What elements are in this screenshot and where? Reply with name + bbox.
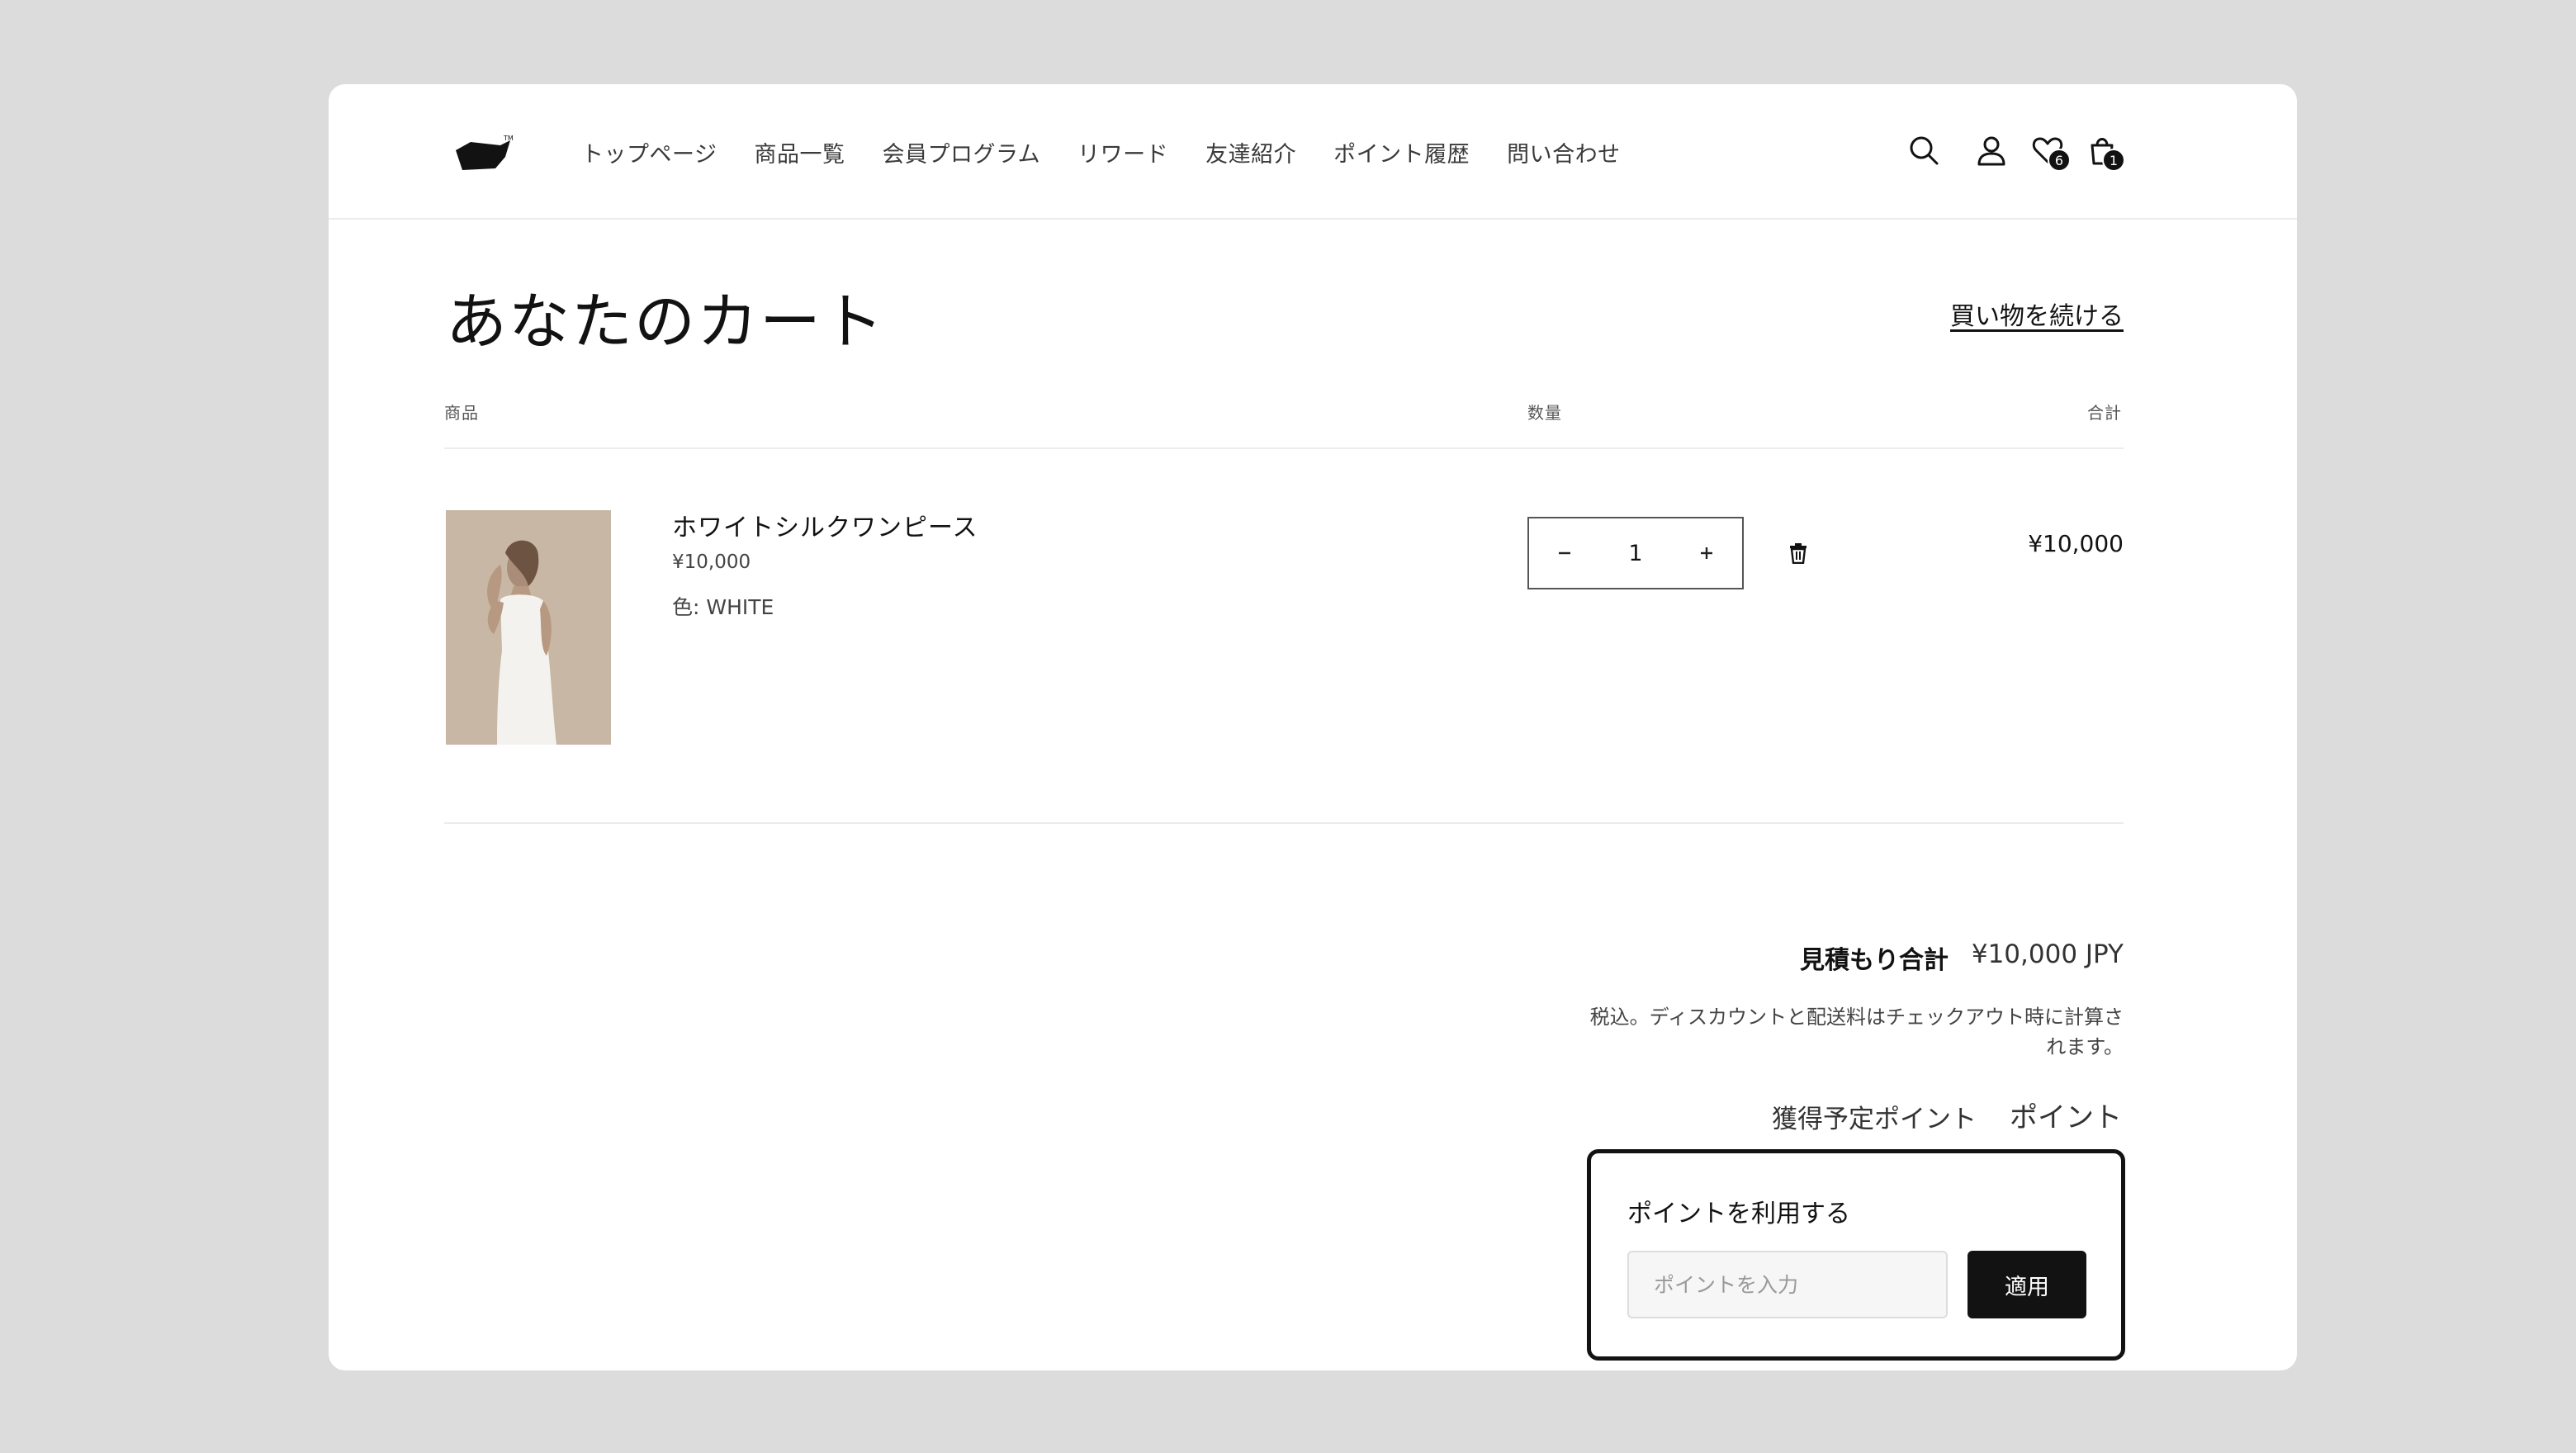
account-icon: [1977, 136, 2005, 166]
product-name[interactable]: ホワイトシルクワンピース: [672, 507, 978, 543]
plus-icon: [1701, 547, 1712, 559]
earn-points-value: ポイント: [2010, 1101, 2122, 1134]
wishlist-button[interactable]: 6: [2024, 127, 2071, 173]
remove-item-button[interactable]: [1782, 537, 1815, 570]
line-total: ¥10,000: [2028, 530, 2124, 557]
earn-points-label: 獲得予定ポイント: [1772, 1105, 1977, 1134]
nav-item-referral[interactable]: 友達紹介: [1205, 136, 1296, 168]
account-button[interactable]: [1968, 127, 2015, 173]
quantity-input[interactable]: 1: [1628, 541, 1642, 566]
minus-icon: [1559, 551, 1570, 555]
points-input[interactable]: [1627, 1251, 1948, 1318]
column-header-quantity: 数量: [1527, 403, 1562, 423]
divider: [444, 822, 2124, 824]
nav-item-rewards[interactable]: リワード: [1077, 136, 1168, 168]
brand-logo[interactable]: TM: [454, 132, 517, 173]
page-title: あなたのカート: [446, 286, 885, 357]
quantity-decrease-button[interactable]: [1529, 518, 1600, 588]
points-panel-title: ポイントを利用する: [1627, 1200, 1850, 1228]
divider: [444, 447, 2124, 449]
apply-points-button[interactable]: 適用: [1968, 1251, 2086, 1318]
tax-shipping-note: 税込。ディスカウントと配送料はチェックアウト時に計算されます。: [1589, 1006, 2124, 1058]
nav-item-membership[interactable]: 会員プログラム: [882, 136, 1040, 168]
nav-item-home[interactable]: トップページ: [581, 136, 717, 168]
trash-icon: [1790, 543, 1807, 564]
search-button[interactable]: [1901, 127, 1947, 173]
wishlist-count-badge: 6: [2048, 149, 2071, 172]
estimated-total-value: ¥10,000 JPY: [1971, 939, 2124, 969]
svg-text:TM: TM: [503, 135, 514, 142]
store-window: TM トップページ 商品一覧 会員プログラム リワード 友達紹介 ポイント履歴 …: [329, 84, 2297, 1370]
quantity-increase-button[interactable]: [1671, 518, 1742, 588]
points-redeem-panel: ポイントを利用する 適用: [1587, 1149, 2125, 1361]
continue-shopping-link[interactable]: 買い物を続ける: [1950, 296, 2124, 332]
nav-item-products[interactable]: 商品一覧: [754, 136, 845, 168]
column-header-product: 商品: [444, 403, 479, 423]
estimated-total-label: 見積もり合計: [1800, 946, 1949, 975]
site-header: TM トップページ 商品一覧 会員プログラム リワード 友達紹介 ポイント履歴 …: [329, 84, 2297, 220]
product-unit-price: ¥10,000: [672, 551, 751, 573]
nav-item-contact[interactable]: 問い合わせ: [1507, 136, 1621, 168]
main-nav: トップページ 商品一覧 会員プログラム リワード 友達紹介 ポイント履歴 問い合…: [581, 130, 1658, 173]
product-image[interactable]: [446, 510, 611, 745]
search-icon: [1910, 136, 1939, 165]
cart-count-badge: 1: [2102, 149, 2125, 172]
cart-button[interactable]: 1: [2079, 127, 2125, 173]
product-variant: 色: WHITE: [672, 595, 774, 619]
nav-item-points-history[interactable]: ポイント履歴: [1333, 136, 1470, 168]
quantity-stepper: 1: [1527, 517, 1744, 589]
column-header-total: 合計: [2087, 403, 2122, 423]
